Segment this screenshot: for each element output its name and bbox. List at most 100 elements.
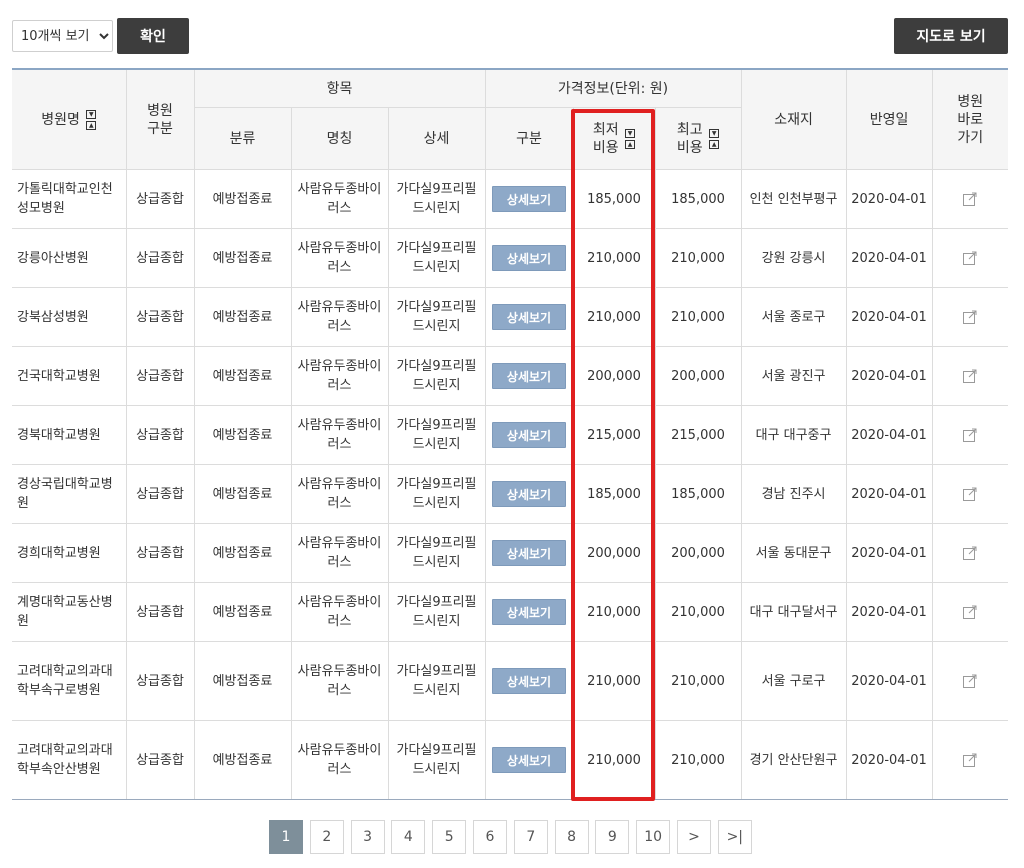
external-link-icon[interactable]	[962, 673, 978, 689]
detail-view-button[interactable]: 상세보기	[492, 186, 566, 212]
external-link-icon[interactable]	[962, 752, 978, 768]
hospital-type-cell: 상급종합	[125, 346, 195, 406]
sort-asc-icon[interactable]: ▲	[625, 139, 636, 149]
division-cell: 상세보기	[484, 720, 574, 800]
hospital-name-cell: 건국대학교병원	[12, 346, 127, 406]
table-row: 경상국립대학교병원 상급종합 예방접종료 사람유두종바이러스 가다실9프리필드시린지 상세…	[12, 464, 1009, 524]
category-cell: 예방접종료	[193, 346, 292, 406]
header-name: 명칭	[290, 107, 389, 170]
item-detail-cell: 가다실9프리필드시린지	[387, 228, 486, 288]
location-cell: 서울 종로구	[740, 287, 847, 347]
external-link-icon[interactable]	[962, 545, 978, 561]
min-cost-cell: 200,000	[572, 346, 656, 406]
external-link-icon[interactable]	[962, 250, 978, 266]
external-link-icon[interactable]	[962, 368, 978, 384]
hospital-name-cell: 경희대학교병원	[12, 523, 127, 583]
item-name-cell: 사람유두종바이러스	[290, 346, 389, 406]
detail-view-button[interactable]: 상세보기	[492, 599, 566, 625]
division-cell: 상세보기	[484, 582, 574, 642]
detail-view-button[interactable]: 상세보기	[492, 668, 566, 694]
header-price-group: 가격정보(단위: 원)	[484, 68, 742, 108]
sort-desc-icon[interactable]: ▼	[709, 128, 720, 138]
item-name-cell: 사람유두종바이러스	[290, 287, 389, 347]
confirm-button[interactable]: 확인	[117, 18, 189, 54]
item-name-cell: 사람유두종바이러스	[290, 228, 389, 288]
table-row: 경북대학교병원 상급종합 예방접종료 사람유두종바이러스 가다실9프리필드시린지 상세보기…	[12, 405, 1009, 465]
detail-view-button[interactable]: 상세보기	[492, 422, 566, 448]
max-cost-cell: 185,000	[654, 464, 742, 524]
min-cost-sort: ▼ ▲	[625, 128, 636, 150]
detail-view-button[interactable]: 상세보기	[492, 245, 566, 271]
table-row: 강릉아산병원 상급종합 예방접종료 사람유두종바이러스 가다실9프리필드시린지 상세보기 2…	[12, 228, 1009, 288]
hospital-type-cell: 상급종합	[125, 641, 195, 721]
location-cell: 강원 강릉시	[740, 228, 847, 288]
division-cell: 상세보기	[484, 523, 574, 583]
division-cell: 상세보기	[484, 464, 574, 524]
max-cost-cell: 210,000	[654, 720, 742, 800]
min-cost-cell: 210,000	[572, 228, 656, 288]
reflect-date-cell: 2020-04-01	[845, 287, 933, 347]
min-cost-cell: 210,000	[572, 582, 656, 642]
division-cell: 상세보기	[484, 405, 574, 465]
table-body: 가톨릭대학교인천성모병원 상급종합 예방접종료 사람유두종바이러스 가다실9프리필드시린…	[12, 169, 1009, 800]
hospital-type-cell: 상급종합	[125, 464, 195, 524]
hospital-name-cell: 경상국립대학교병원	[12, 464, 127, 524]
page-3-button[interactable]: 3	[350, 820, 385, 854]
category-cell: 예방접종료	[193, 287, 292, 347]
detail-view-button[interactable]: 상세보기	[492, 747, 566, 773]
sort-asc-icon[interactable]: ▲	[709, 139, 720, 149]
last-page-button[interactable]: >|	[717, 820, 752, 854]
page-10-button[interactable]: 10	[636, 820, 671, 854]
page-4-button[interactable]: 4	[391, 820, 426, 854]
external-link-icon[interactable]	[962, 604, 978, 620]
hospital-type-cell: 상급종합	[125, 720, 195, 800]
max-cost-sort: ▼ ▲	[709, 128, 720, 150]
item-detail-cell: 가다실9프리필드시린지	[387, 405, 486, 465]
sort-asc-icon[interactable]: ▲	[86, 120, 97, 130]
hospital-name-cell: 가톨릭대학교인천성모병원	[12, 169, 127, 229]
page-1-button[interactable]: 1	[269, 820, 303, 854]
location-cell: 서울 구로구	[740, 641, 847, 721]
max-cost-cell: 200,000	[654, 523, 742, 583]
location-cell: 인천 인천부평구	[740, 169, 847, 229]
detail-view-button[interactable]: 상세보기	[492, 540, 566, 566]
page-6-button[interactable]: 6	[473, 820, 507, 854]
detail-view-button[interactable]: 상세보기	[492, 481, 566, 507]
external-link-icon[interactable]	[962, 191, 978, 207]
page-2-button[interactable]: 2	[309, 820, 344, 854]
item-detail-cell: 가다실9프리필드시린지	[387, 720, 486, 800]
min-cost-cell: 200,000	[572, 523, 656, 583]
hospital-name-cell: 강릉아산병원	[12, 228, 127, 288]
item-name-cell: 사람유두종바이러스	[290, 464, 389, 524]
next-page-button[interactable]: >	[677, 820, 711, 854]
header-hospital-name: 병원명 ▼ ▲	[12, 68, 127, 170]
max-cost-cell: 210,000	[654, 641, 742, 721]
division-cell: 상세보기	[484, 346, 574, 406]
page-8-button[interactable]: 8	[554, 820, 589, 854]
hospital-link-cell	[931, 523, 1009, 583]
external-link-icon[interactable]	[962, 427, 978, 443]
hospital-name-cell: 계명대학교동산병원	[12, 582, 127, 642]
page-5-button[interactable]: 5	[432, 820, 467, 854]
item-detail-cell: 가다실9프리필드시린지	[387, 523, 486, 583]
sort-desc-icon[interactable]: ▼	[625, 128, 636, 138]
sort-desc-icon[interactable]: ▼	[86, 109, 97, 119]
reflect-date-cell: 2020-04-01	[845, 169, 933, 229]
external-link-icon[interactable]	[962, 486, 978, 502]
table-row: 가톨릭대학교인천성모병원 상급종합 예방접종료 사람유두종바이러스 가다실9프리필드시린…	[12, 169, 1009, 229]
item-detail-cell: 가다실9프리필드시린지	[387, 641, 486, 721]
hospital-link-cell	[931, 169, 1009, 229]
page-9-button[interactable]: 9	[595, 820, 630, 854]
hospital-link-cell	[931, 641, 1009, 721]
per-page-select[interactable]: 10개씩 보기	[12, 20, 113, 52]
page-7-button[interactable]: 7	[513, 820, 548, 854]
map-view-button[interactable]: 지도로 보기	[894, 18, 1008, 54]
hospital-link-cell	[931, 464, 1009, 524]
category-cell: 예방접종료	[193, 405, 292, 465]
detail-view-button[interactable]: 상세보기	[492, 304, 566, 330]
detail-view-button[interactable]: 상세보기	[492, 363, 566, 389]
max-cost-cell: 200,000	[654, 346, 742, 406]
division-cell: 상세보기	[484, 228, 574, 288]
reflect-date-cell: 2020-04-01	[845, 346, 933, 406]
external-link-icon[interactable]	[962, 309, 978, 325]
